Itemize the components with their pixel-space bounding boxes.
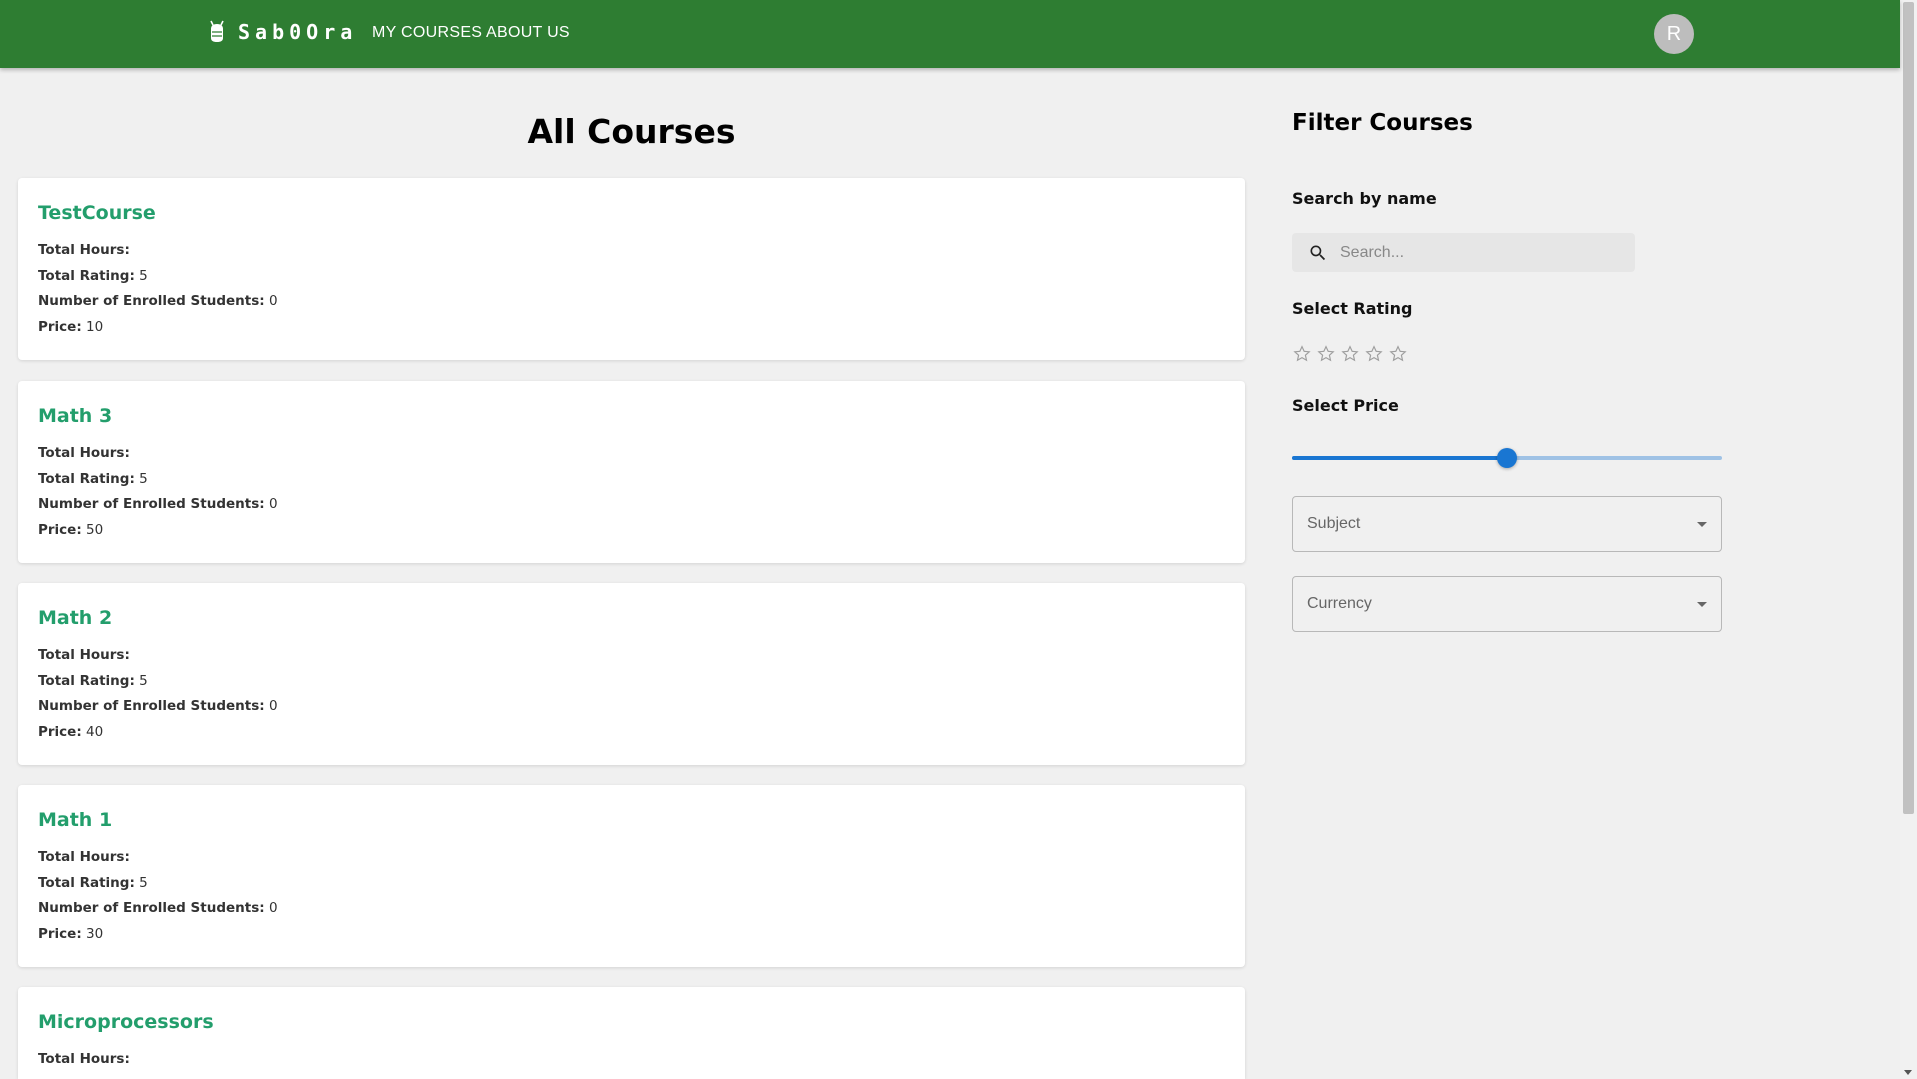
filter-title: Filter Courses xyxy=(1292,110,1473,136)
star-icon[interactable] xyxy=(1340,344,1360,364)
star-icon[interactable] xyxy=(1316,344,1336,364)
currency-select-label: Currency xyxy=(1307,595,1372,612)
course-name[interactable]: Math 3 xyxy=(38,405,112,427)
nav-my-courses[interactable]: MY COURSES xyxy=(372,24,482,42)
currency-select[interactable]: Currency xyxy=(1292,576,1722,632)
nav-about-us[interactable]: ABOUT US xyxy=(486,24,570,42)
course-price: Price: 50 xyxy=(38,521,104,538)
star-icon[interactable] xyxy=(1364,344,1384,364)
dropdown-arrow-icon xyxy=(1697,602,1707,607)
course-rating: Total Rating: 5 xyxy=(38,470,148,487)
price-label: Select Price xyxy=(1292,396,1399,415)
star-icon[interactable] xyxy=(1292,344,1312,364)
course-students: Number of Enrolled Students: 0 xyxy=(38,698,278,714)
course-name[interactable]: Math 2 xyxy=(38,607,112,629)
course-card: TestCourse Total Hours: Total Rating: 5 … xyxy=(18,178,1245,360)
logo-icon xyxy=(210,20,224,42)
rating-stars[interactable] xyxy=(1292,344,1408,364)
course-students: Number of Enrolled Students: 0 xyxy=(38,900,278,916)
subject-select-label: Subject xyxy=(1307,515,1361,532)
logo[interactable]: Sab0Ora xyxy=(208,20,357,44)
scrollbar-thumb[interactable] xyxy=(1903,2,1914,814)
star-icon[interactable] xyxy=(1388,344,1408,364)
course-students: Number of Enrolled Students: 0 xyxy=(38,496,278,512)
course-card: Math 2 Total Hours: Total Rating: 5 Numb… xyxy=(18,583,1245,765)
scroll-down-arrow-icon[interactable] xyxy=(1904,1070,1912,1075)
course-rating: Total Rating: 5 xyxy=(38,267,148,284)
course-price: Price: 40 xyxy=(38,723,104,740)
dropdown-arrow-icon xyxy=(1697,522,1707,527)
slider-thumb[interactable] xyxy=(1497,448,1517,468)
course-hours: Total Hours: xyxy=(38,849,130,865)
page-title: All Courses xyxy=(527,112,736,151)
price-slider[interactable] xyxy=(1292,446,1722,470)
rating-label: Select Rating xyxy=(1292,299,1413,318)
page-scrollbar[interactable] xyxy=(1900,0,1917,1079)
search-label: Search by name xyxy=(1292,189,1437,208)
avatar-letter: R xyxy=(1666,22,1682,45)
course-name[interactable]: TestCourse xyxy=(38,202,156,224)
course-name[interactable]: Microprocessors xyxy=(38,1011,214,1033)
course-hours: Total Hours: xyxy=(38,445,130,461)
slider-track xyxy=(1292,456,1507,460)
course-rating: Total Rating: 5 xyxy=(38,672,148,689)
course-card: Math 3 Total Hours: Total Rating: 5 Numb… xyxy=(18,381,1245,563)
course-hours: Total Hours: xyxy=(38,242,130,258)
course-rating: Total Rating: 5 xyxy=(38,874,148,891)
search-box[interactable] xyxy=(1292,233,1635,272)
course-name[interactable]: Math 1 xyxy=(38,809,112,831)
course-hours: Total Hours: xyxy=(38,647,130,663)
course-card: Math 1 Total Hours: Total Rating: 5 Numb… xyxy=(18,785,1245,967)
course-hours: Total Hours: xyxy=(38,1051,130,1067)
course-price: Price: 30 xyxy=(38,925,104,942)
course-students: Number of Enrolled Students: 0 xyxy=(38,293,278,309)
subject-select[interactable]: Subject xyxy=(1292,496,1722,552)
search-icon xyxy=(1310,245,1326,260)
course-card: Microprocessors Total Hours: xyxy=(18,987,1245,1079)
course-price: Price: 10 xyxy=(38,318,104,335)
search-input[interactable] xyxy=(1340,243,1620,262)
logo-text: Sab0Ora xyxy=(238,20,358,44)
avatar[interactable]: R xyxy=(1654,14,1694,54)
app-bar: Sab0Ora MY COURSES ABOUT US R xyxy=(0,0,1900,68)
